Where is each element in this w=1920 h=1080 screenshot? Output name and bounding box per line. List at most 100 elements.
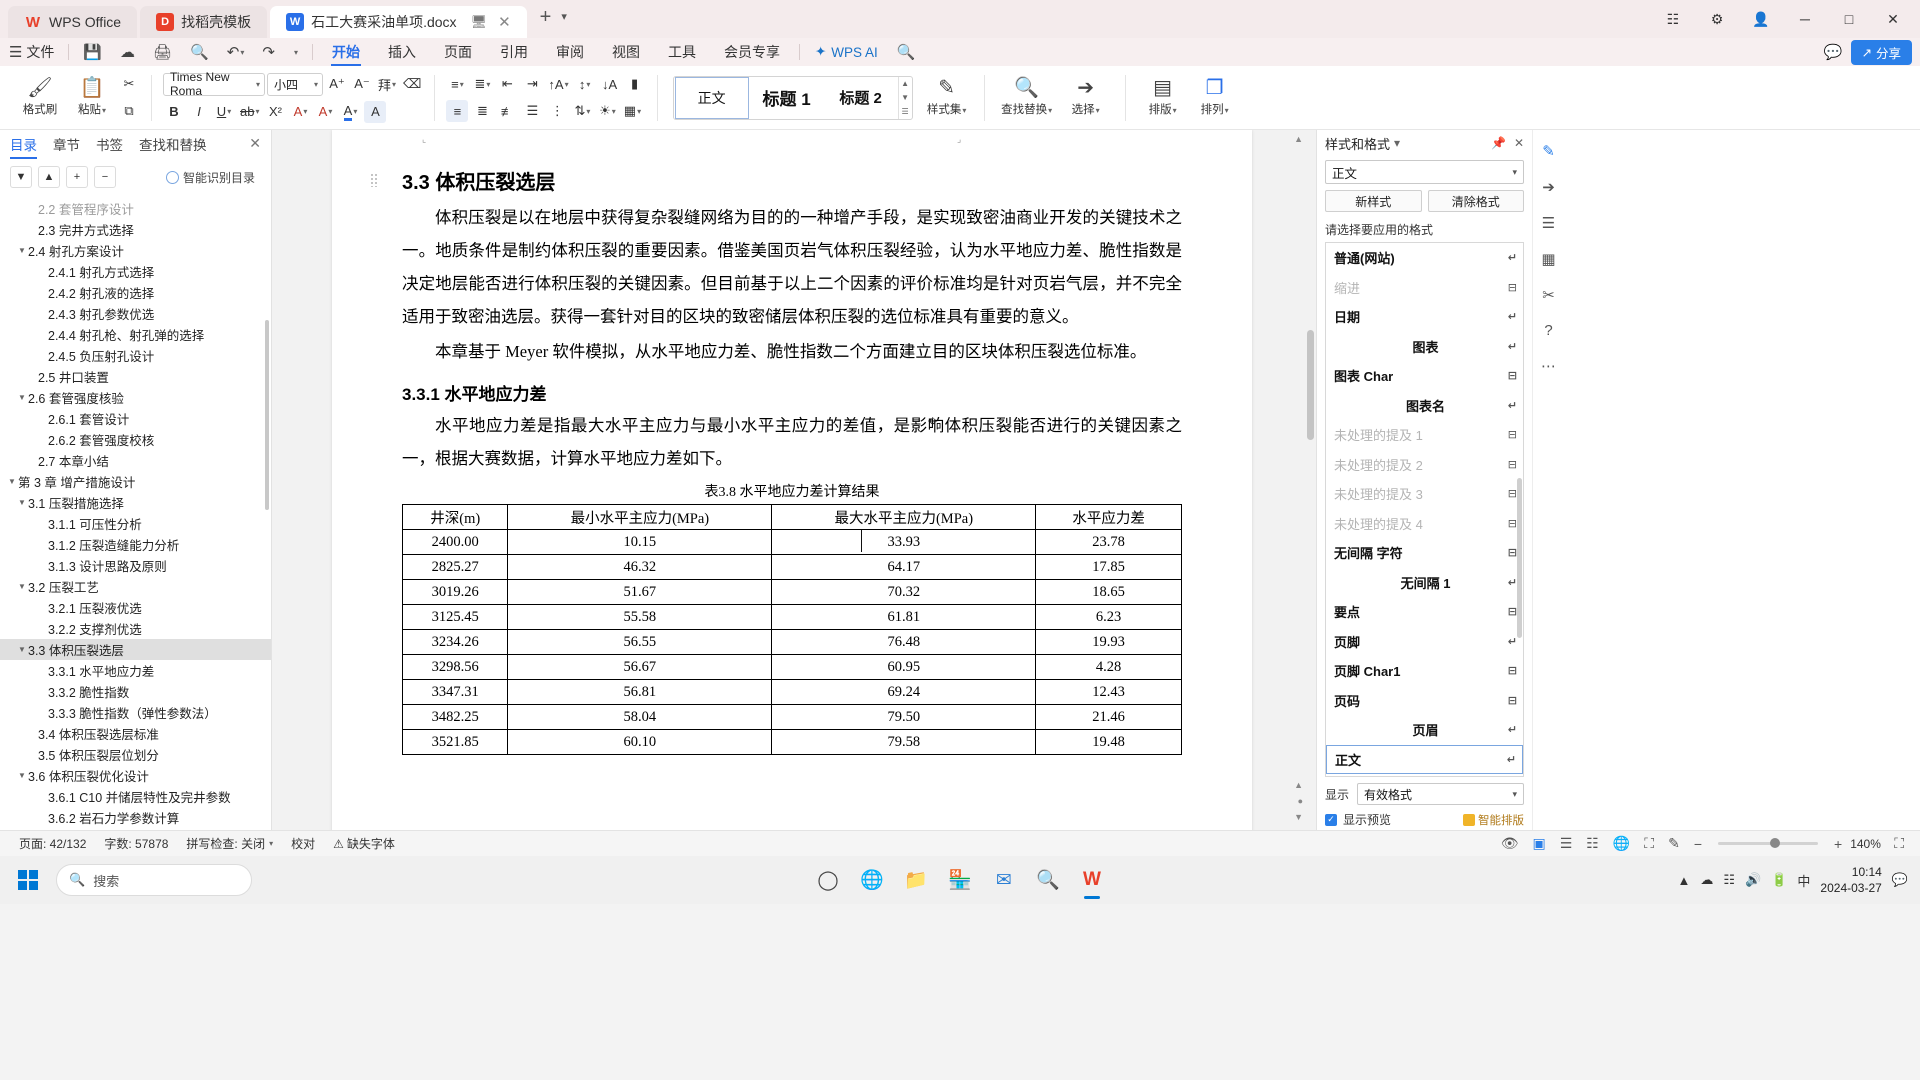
table-cell[interactable]: 19.93 bbox=[1035, 629, 1182, 655]
file-explorer-icon[interactable]: 📁 bbox=[896, 860, 936, 900]
outline-view-icon[interactable]: ☰ bbox=[1554, 835, 1579, 852]
zoom-slider[interactable] bbox=[1718, 838, 1818, 848]
paste-button[interactable]: 📋 粘贴▾ bbox=[66, 69, 118, 127]
table-cell[interactable]: 17.85 bbox=[1035, 554, 1182, 580]
toc-item[interactable]: ▼ 3.1 压裂措施选择 bbox=[0, 492, 271, 513]
style-list-item[interactable]: 普通(网站) ↵ bbox=[1326, 243, 1523, 273]
page-nav-icon[interactable]: ● bbox=[1298, 796, 1303, 806]
toc-scrollbar-thumb[interactable] bbox=[265, 320, 269, 510]
toc-item[interactable]: 3.1.3 设计思路及原则 bbox=[0, 555, 271, 576]
chevron-down-icon[interactable]: ▾ bbox=[1394, 136, 1400, 150]
pinyin-guide-icon[interactable]: 拜 ▾ bbox=[376, 73, 398, 95]
style-list-item[interactable]: 页眉 ↵ bbox=[1326, 715, 1523, 745]
heading-3-3-1[interactable]: 3.3.1 水平地应力差 bbox=[402, 380, 1182, 405]
table-cell[interactable]: 19.48 bbox=[1035, 729, 1182, 755]
toc-item[interactable]: 2.4.5 负压射孔设计 bbox=[0, 345, 271, 366]
table-header-cell[interactable]: 水平应力差 bbox=[1035, 504, 1182, 530]
zoom-in-button[interactable]: + bbox=[1828, 836, 1848, 852]
shrink-font-button[interactable]: A⁻ bbox=[351, 73, 373, 95]
comment-icon[interactable]: 💬 bbox=[1824, 43, 1843, 61]
zoom-slider-thumb[interactable] bbox=[1770, 838, 1780, 848]
table-cell[interactable]: 3234.26 bbox=[401, 629, 509, 655]
expand-gallery-icon[interactable]: ☰ bbox=[902, 107, 909, 116]
scissors-icon[interactable]: ✂ bbox=[1542, 286, 1555, 304]
toc-expand-button[interactable]: + bbox=[66, 166, 88, 188]
new-tab-button[interactable]: + bbox=[530, 6, 562, 33]
underline-button[interactable]: U ▾ bbox=[213, 101, 235, 123]
toc-item[interactable]: 3.6.2 岩石力学参数计算 bbox=[0, 807, 271, 828]
borders-icon[interactable]: ▦ ▾ bbox=[621, 100, 643, 122]
chevron-down-icon[interactable]: ▼ bbox=[16, 771, 28, 780]
mail-icon[interactable]: ✉ bbox=[984, 860, 1024, 900]
nav-tab-toc[interactable]: 目录 bbox=[10, 134, 37, 159]
toc-item[interactable]: ▼ 3.6 体积压裂优化设计 bbox=[0, 765, 271, 786]
toc-item[interactable]: ▼ 2.6 套管强度核验 bbox=[0, 387, 271, 408]
pinyin-top-icon[interactable]: ↑A ▾ bbox=[546, 73, 570, 95]
ime-icon[interactable]: 中 bbox=[1797, 871, 1810, 890]
onedrive-icon[interactable]: ☁ bbox=[1700, 872, 1713, 888]
search-icon[interactable]: 🔍 bbox=[888, 38, 925, 66]
table-cell[interactable]: 51.67 bbox=[507, 579, 773, 605]
cloud-save-icon[interactable]: ☁ bbox=[111, 38, 144, 66]
table-cell[interactable]: 61.81 bbox=[771, 604, 1037, 630]
table-header-cell[interactable]: 最小水平主应力(MPa) bbox=[507, 504, 773, 530]
toc-item[interactable]: ▼ 3.3 体积压裂选层 bbox=[0, 639, 271, 660]
save-icon[interactable]: 💾 bbox=[74, 38, 111, 66]
stress-difference-table[interactable]: 井深(m) 最小水平主应力(MPa) 最大水平主应力(MPa) 水平应力差 2400.0… bbox=[401, 504, 1182, 755]
print-icon[interactable]: 🖨 bbox=[144, 38, 181, 66]
bold-button[interactable]: B bbox=[163, 101, 185, 123]
paragraph-2[interactable]: 本章基于 Meyer 软件模拟，从水平地应力差、脆性指数二个方面建立目的区块体积… bbox=[402, 335, 1182, 368]
table-cell[interactable]: 18.65 bbox=[1035, 579, 1182, 605]
close-icon[interactable]: ✕ bbox=[498, 13, 511, 31]
toc-item[interactable]: ▼ 3.2 压裂工艺 bbox=[0, 576, 271, 597]
table-cell[interactable]: 79.50 bbox=[771, 704, 1037, 730]
customize-toolbar-icon[interactable]: ▾ bbox=[284, 38, 307, 66]
style-set-button[interactable]: ✎ 样式集▾ bbox=[921, 69, 973, 127]
search-app-icon[interactable]: 🔍 bbox=[1028, 860, 1068, 900]
smart-toc-button[interactable]: 智能识别目录 bbox=[160, 167, 261, 188]
redo-icon[interactable]: ↷ bbox=[253, 38, 284, 66]
picture-icon[interactable]: ☰ bbox=[1542, 214, 1555, 232]
toc-prev-button[interactable]: ▲ bbox=[38, 166, 60, 188]
toc-item[interactable]: 3.2.2 支撑剂优选 bbox=[0, 618, 271, 639]
style-list-item[interactable]: 未处理的提及 3 ⊟ bbox=[1326, 479, 1523, 509]
style-list-item[interactable]: 正文 ↵ bbox=[1326, 744, 1523, 774]
proofread-button[interactable]: 校对 bbox=[282, 835, 324, 852]
char-shading-button[interactable]: A bbox=[364, 100, 387, 123]
scroll-top-icon[interactable]: ▲ bbox=[1294, 134, 1303, 144]
table-cell[interactable]: 64.17 bbox=[771, 554, 1037, 580]
battery-icon[interactable]: 🔋 bbox=[1771, 872, 1787, 888]
table-row[interactable]: 3298.56 56.67 60.95 4.28 bbox=[401, 654, 1182, 680]
line-spacing-menu-icon[interactable]: ⇅ ▾ bbox=[571, 100, 593, 122]
text-effect-button[interactable]: A ▾ bbox=[289, 101, 311, 123]
table-cell[interactable]: 4.28 bbox=[1035, 654, 1182, 680]
new-style-button[interactable]: 新样式 bbox=[1325, 190, 1422, 212]
toc-item[interactable]: 2.3 完井方式选择 bbox=[0, 219, 271, 240]
document-page[interactable]: ⌞ ⌟ 3.3 体积压裂选层 体积压裂是以在地层中获得复杂裂缝网络为目的的一种增… bbox=[332, 130, 1252, 830]
volume-icon[interactable]: 🔊 bbox=[1745, 872, 1761, 888]
style-list-item[interactable]: 日期 ↵ bbox=[1326, 302, 1523, 332]
typeset-button[interactable]: ▤ 排版▾ bbox=[1137, 69, 1189, 127]
highlight-button[interactable]: A ▾ bbox=[314, 101, 336, 123]
table-row[interactable]: 2400.00 10.15 33.93 23.78 bbox=[401, 529, 1182, 555]
ribbon-tab-review[interactable]: 审阅 bbox=[542, 38, 598, 66]
wps-writer-icon[interactable]: W bbox=[1072, 860, 1112, 900]
table-cell[interactable]: 12.43 bbox=[1035, 679, 1182, 705]
clear-format-button[interactable]: 清除格式 bbox=[1427, 190, 1524, 212]
toc-item[interactable]: 3.3.3 脆性指数（弹性参数法） bbox=[0, 702, 271, 723]
table-cell[interactable]: 69.24 bbox=[771, 679, 1037, 705]
table-row[interactable]: 3234.26 56.55 76.48 19.93 bbox=[401, 629, 1182, 655]
table-cell[interactable]: 46.32 bbox=[507, 554, 773, 580]
select-button[interactable]: ➔ 选择▾ bbox=[1058, 69, 1114, 127]
undo-icon[interactable]: ↶ ▾ bbox=[218, 38, 254, 66]
taskbar-clock[interactable]: 10:14 2024-03-27 bbox=[1820, 864, 1881, 896]
toc-item[interactable]: 2.5 井口装置 bbox=[0, 366, 271, 387]
style-heading-2[interactable]: 标题 2 bbox=[824, 77, 898, 119]
toc-item[interactable]: 3.3.2 脆性指数 bbox=[0, 681, 271, 702]
close-icon[interactable]: ✕ bbox=[1514, 136, 1524, 150]
scissors-icon[interactable]: ✂ bbox=[118, 73, 140, 95]
preview-checkbox-row[interactable]: ✓ 显示预览 智能排版 bbox=[1325, 811, 1524, 828]
table-cell[interactable]: 56.55 bbox=[507, 629, 773, 655]
store-icon[interactable]: 🏪 bbox=[940, 860, 980, 900]
page-number-status[interactable]: 页面: 42/132 bbox=[10, 835, 95, 852]
